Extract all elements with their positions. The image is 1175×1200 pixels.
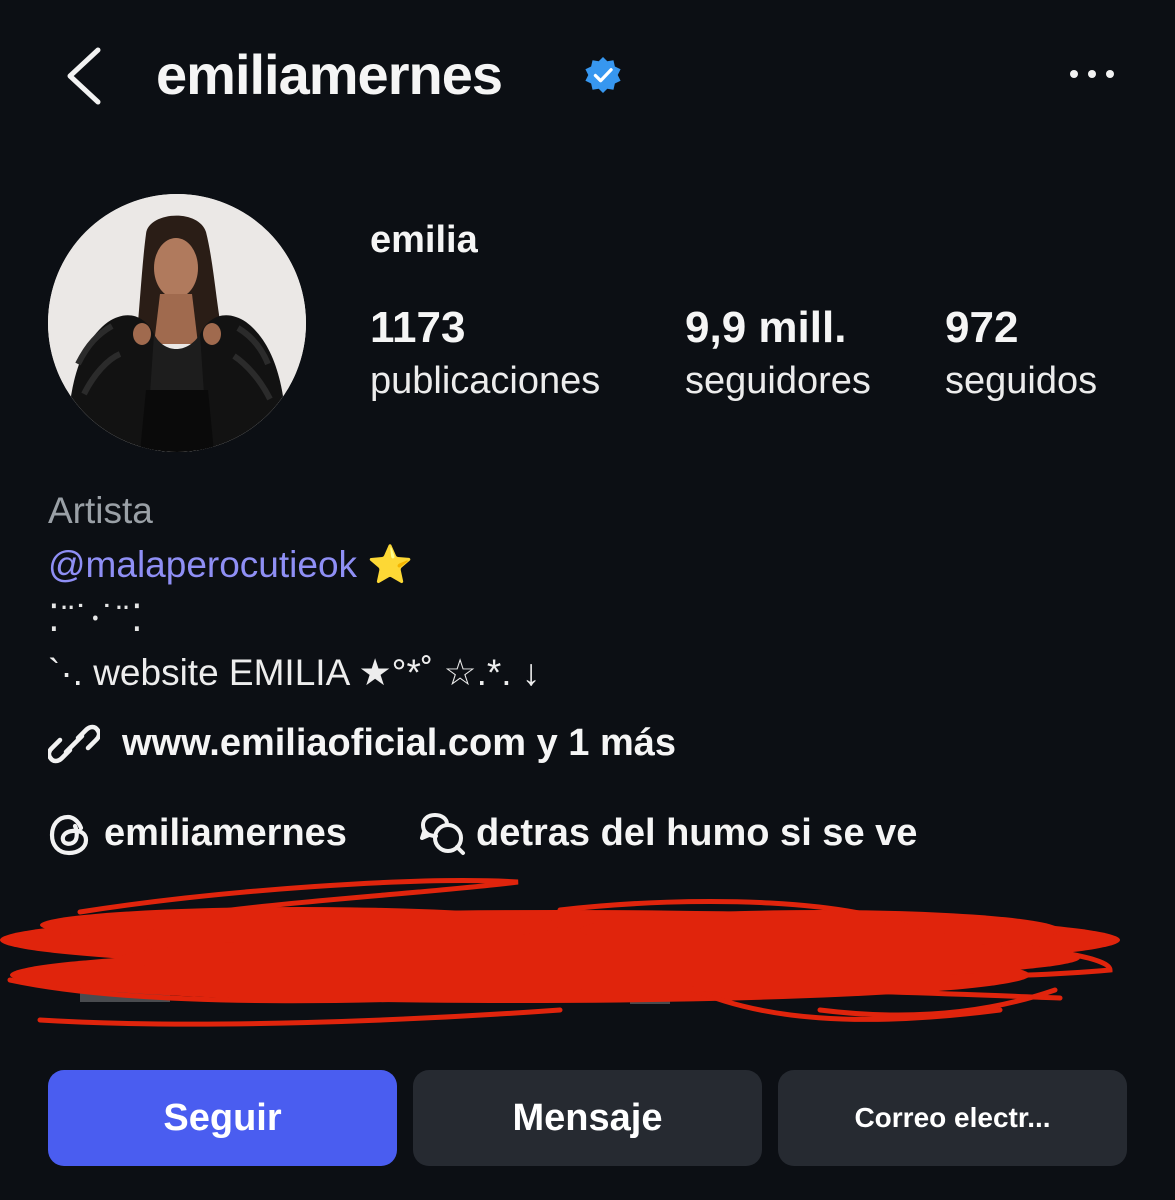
avatar-photo [48,194,306,452]
external-link[interactable]: www.emiliaoficial.com y 1 más [48,716,808,770]
stat-following-label: seguidos [945,360,1098,402]
chevron-left-icon [67,47,101,105]
thread-status-text: detras del humo si se ve [476,812,918,854]
verified-badge-icon [584,56,622,94]
threads-handle: emiliamernes [104,812,347,854]
bio-website-line: `·. website EMILIA ★°*˚ ☆.*. ↓ [48,652,541,693]
stat-followers-value: 9,9 mill. [685,303,847,352]
profile-username: emiliamernes [156,43,503,106]
follow-button[interactable]: Seguir [48,1070,397,1166]
bio-decoration-line: ⁚¨˙⸱˙¨⁚ [48,598,145,639]
stat-followers-label: seguidores [685,360,871,402]
redaction-scribble [0,878,1120,1027]
back-button[interactable] [62,44,106,108]
link-icon [48,724,100,764]
threads-icon [49,814,89,856]
external-link-text: www.emiliaoficial.com y 1 más [122,722,677,764]
profile-avatar[interactable] [48,194,306,452]
stat-followers[interactable]: 9,9 mill. seguidores [685,300,871,406]
stat-following-value: 972 [945,303,1019,352]
email-button[interactable]: Correo electr... [778,1070,1127,1166]
stat-posts-value: 1173 [370,303,466,352]
threads-row[interactable]: emiliamernes detras del humo si se ve [48,806,1008,860]
bio-mention-link[interactable]: @malaperocutieok ⭐️ [48,542,413,588]
profile-category: Artista [48,490,153,531]
stat-posts-label: publicaciones [370,360,601,402]
more-horizontal-icon [1070,70,1114,78]
stat-following[interactable]: 972 seguidos [945,300,1097,406]
stat-posts[interactable]: 1173 publicaciones [370,300,600,406]
message-button[interactable]: Mensaje [413,1070,762,1166]
profile-display-name: emilia [370,219,478,261]
more-options-button[interactable] [1066,60,1118,88]
thread-bubble-icon [420,812,465,855]
